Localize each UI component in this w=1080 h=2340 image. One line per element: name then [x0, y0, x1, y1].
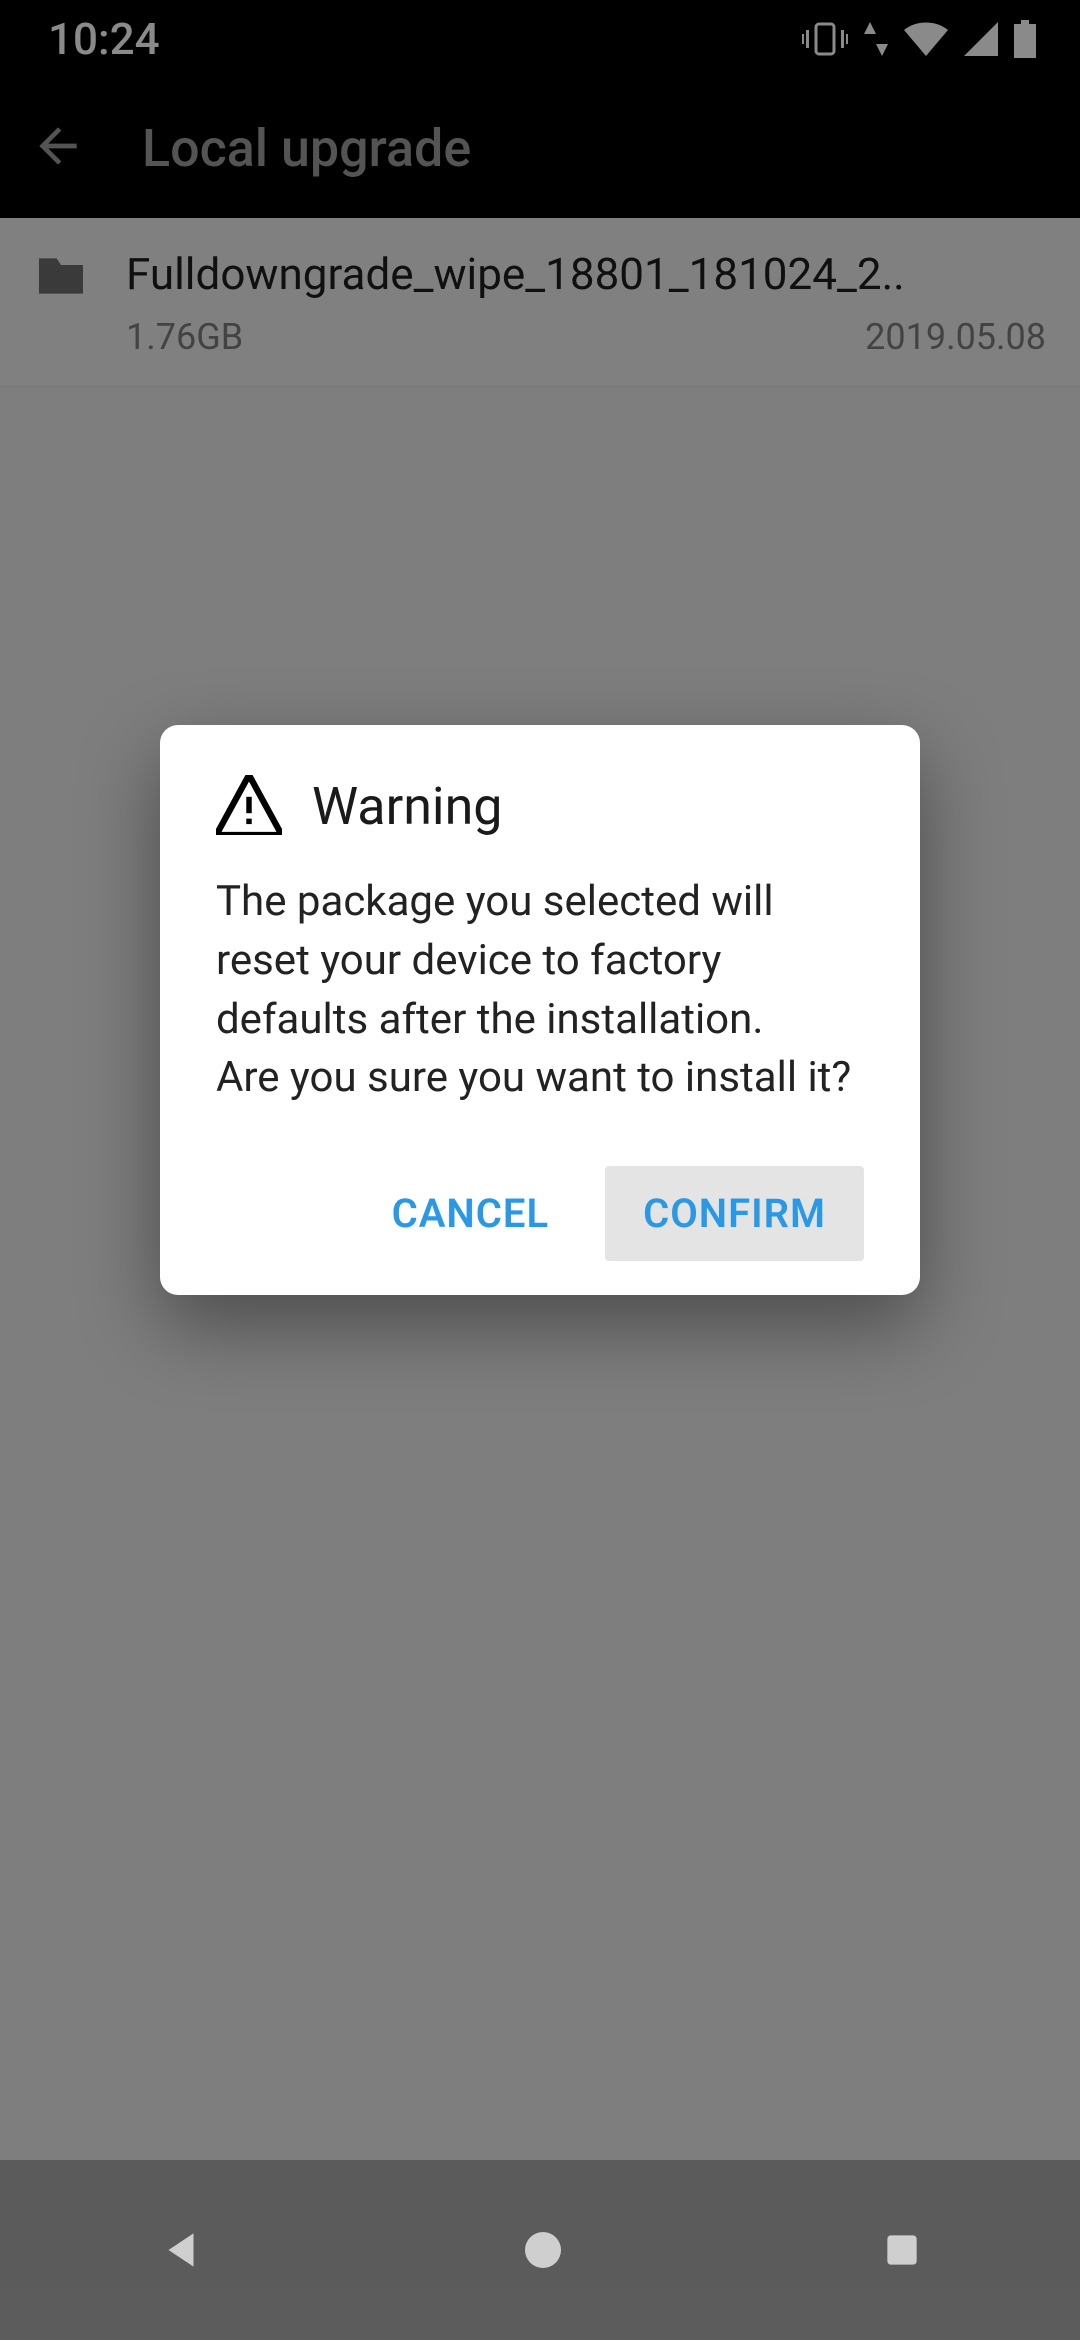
nav-back-button[interactable]	[156, 2225, 206, 2275]
nav-recent-button[interactable]	[880, 2228, 924, 2272]
confirm-button[interactable]: CONFIRM	[605, 1166, 864, 1261]
nav-home-button[interactable]	[519, 2226, 567, 2274]
dialog-title: Warning	[312, 776, 502, 837]
cancel-button[interactable]: CANCEL	[354, 1166, 587, 1261]
warning-icon	[216, 775, 282, 839]
navigation-bar	[0, 2160, 1080, 2340]
modal-overlay[interactable]: Warning The package you selected will re…	[0, 0, 1080, 2340]
warning-dialog: Warning The package you selected will re…	[160, 725, 920, 1295]
dialog-body: The package you selected will reset your…	[216, 873, 864, 1108]
screen: 10:24	[0, 0, 1080, 2340]
